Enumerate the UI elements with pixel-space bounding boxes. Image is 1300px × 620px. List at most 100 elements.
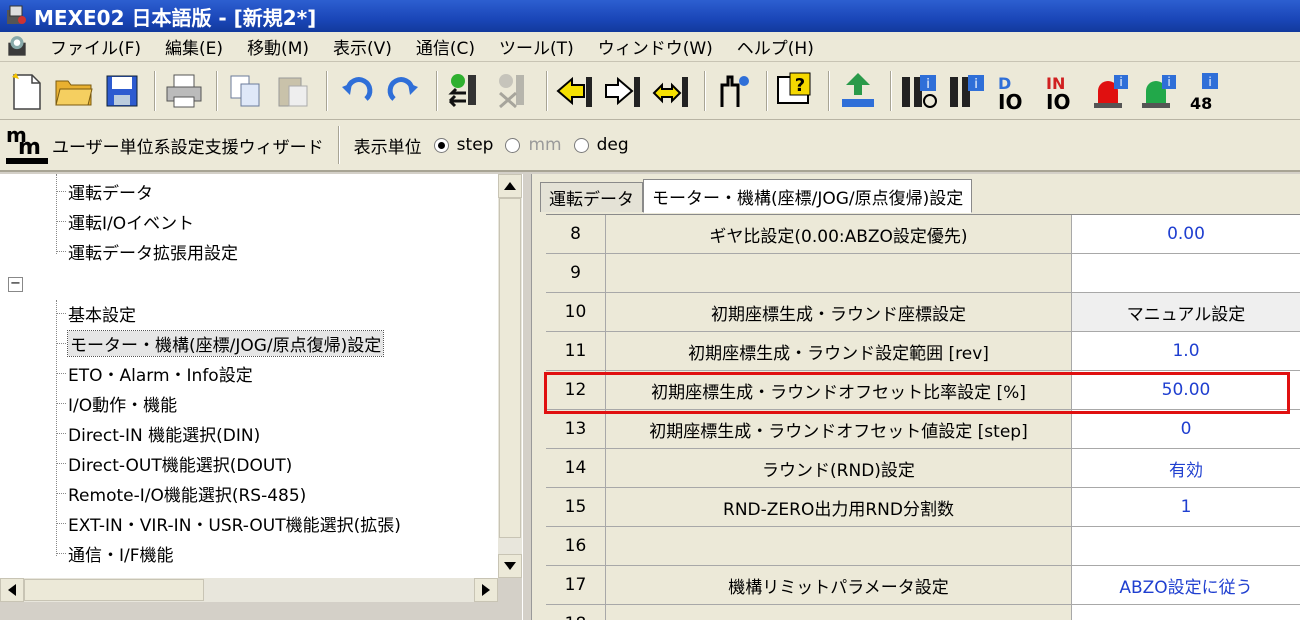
table-row: 17 機構リミットパラメータ設定 ABZO設定に従う: [546, 566, 1300, 605]
parameter-value[interactable]: 0.00: [1072, 215, 1300, 253]
scroll-down-button[interactable]: [498, 554, 522, 578]
parameter-value[interactable]: マニュアル設定: [1072, 293, 1300, 331]
do-monitor-icon[interactable]: D IO: [994, 69, 1038, 113]
toolbar-separator: [337, 126, 340, 164]
table-row: 14 ラウンド(RND)設定 有効: [546, 449, 1300, 488]
new-file-icon[interactable]: [4, 69, 48, 113]
scroll-thumb[interactable]: [24, 579, 204, 601]
tree-item[interactable]: I/O動作・機能: [56, 388, 177, 418]
parameter-name: ラウンド(RND)設定: [606, 449, 1072, 487]
redo-icon[interactable]: [382, 69, 426, 113]
toolbar-separator: [326, 70, 328, 111]
parameter-value[interactable]: 50.00: [1072, 371, 1300, 409]
tree-item-label: Direct-IN 機能選択(DIN): [68, 425, 261, 446]
tree-item-selected[interactable]: モーター・機構(座標/JOG/原点復帰)設定: [56, 328, 385, 358]
tree-item[interactable]: EXT-IN・VIR-IN・USR-OUT機能選択(拡張): [56, 508, 401, 538]
unit-radio-deg[interactable]: deg: [573, 135, 629, 155]
tree-item[interactable]: Direct-OUT機能選択(DOUT): [56, 448, 292, 478]
document-icon[interactable]: [4, 34, 30, 60]
scroll-left-button[interactable]: [0, 578, 24, 602]
tab-operation-data[interactable]: 運転データ: [540, 182, 643, 212]
parameter-name: 初期座標生成・ラウンドオフセット比率設定 [%]: [606, 371, 1072, 409]
tree-item-label: I/O動作・機能: [68, 395, 178, 416]
parameter-value[interactable]: 有効: [1072, 449, 1300, 487]
tab-motor-mechanism-settings[interactable]: モーター・機構(座標/JOG/原点復帰)設定: [643, 179, 973, 213]
disconnect-icon[interactable]: [492, 69, 536, 113]
tree-item-label: 基本設定: [68, 305, 136, 326]
tree-item[interactable]: 運転データ: [56, 176, 153, 206]
unit-radio-step[interactable]: step: [433, 135, 493, 155]
verify-icon[interactable]: [650, 69, 694, 113]
unit-deg-label: deg: [596, 135, 629, 155]
copy-icon[interactable]: [224, 69, 268, 113]
tree-item[interactable]: Remote-I/O機能選択(RS-485): [56, 478, 306, 508]
alarm-monitor-icon[interactable]: i: [1090, 69, 1134, 113]
menu-move[interactable]: 移動(M): [235, 34, 321, 59]
menu-communication[interactable]: 通信(C): [404, 34, 487, 59]
scroll-up-button[interactable]: [498, 174, 522, 198]
row-number: 14: [546, 449, 606, 487]
menu-file[interactable]: ファイル(F): [38, 34, 153, 59]
radio-icon[interactable]: [505, 137, 521, 153]
toolbar-separator: [828, 70, 830, 111]
upload-icon[interactable]: [554, 69, 598, 113]
parameter-name: [606, 254, 1072, 292]
in-monitor-icon[interactable]: IN IO: [1042, 69, 1086, 113]
status-monitor-icon[interactable]: i: [898, 69, 942, 113]
svg-text:48: 48: [1190, 94, 1212, 111]
unit-radio-mm[interactable]: mm: [505, 135, 562, 155]
menu-help[interactable]: ヘルプ(H): [725, 34, 826, 59]
menu-window[interactable]: ウィンドウ(W): [586, 34, 725, 59]
menu-edit[interactable]: 編集(E): [153, 34, 235, 59]
tree-item[interactable]: 運転I/Oイベント: [56, 206, 194, 236]
waveform-monitor-icon[interactable]: i 48: [1186, 69, 1230, 113]
tab-strip: 運転データ モーター・機構(座標/JOG/原点復帰)設定: [540, 176, 973, 213]
tree-item[interactable]: 通信・I/F機能: [56, 538, 174, 568]
parameter-tree: 運転データ 運転I/Oイベント 運転データ拡張用設定 − 基本設定 モーター・機…: [0, 174, 498, 578]
parameter-value[interactable]: ABZO設定に従う: [1072, 566, 1300, 604]
tree-item-label: 運転データ: [68, 183, 153, 204]
tree-item[interactable]: ETO・Alarm・Info設定: [56, 358, 253, 388]
teaching-icon[interactable]: [712, 69, 756, 113]
parameter-value[interactable]: 0: [1072, 410, 1300, 448]
table-row: 16: [546, 527, 1300, 566]
table-row: 12 初期座標生成・ラウンドオフセット比率設定 [%] 50.00: [546, 371, 1300, 410]
help-cursor-icon[interactable]: ?: [774, 69, 818, 113]
svg-text:IO: IO: [1046, 90, 1070, 111]
radio-icon[interactable]: [573, 137, 589, 153]
tree-item[interactable]: Direct-IN 機能選択(DIN): [56, 418, 260, 448]
pane-splitter[interactable]: [522, 174, 532, 620]
tree-horizontal-scrollbar[interactable]: [0, 578, 498, 602]
info-monitor-icon[interactable]: i: [1138, 69, 1182, 113]
parameter-value[interactable]: 1.0: [1072, 332, 1300, 370]
io-monitor-icon[interactable]: i: [946, 69, 990, 113]
download-icon[interactable]: [602, 69, 646, 113]
data-transfer-icon[interactable]: [836, 69, 880, 113]
menu-tools[interactable]: ツール(T): [487, 34, 586, 59]
tree-item[interactable]: 基本設定: [56, 298, 136, 328]
parameter-value[interactable]: 1: [1072, 488, 1300, 526]
tree-vertical-scrollbar[interactable]: [498, 174, 522, 578]
radio-selected-icon[interactable]: [433, 137, 449, 153]
tree-item-label: ETO・Alarm・Info設定: [68, 365, 253, 386]
undo-icon[interactable]: [334, 69, 378, 113]
scroll-right-button[interactable]: [474, 578, 498, 602]
tree-item[interactable]: 運転データ拡張用設定: [56, 236, 238, 266]
svg-text:i: i: [974, 77, 978, 92]
arrow-right-icon: [482, 584, 490, 596]
scroll-thumb[interactable]: [499, 198, 521, 538]
user-unit-wizard-button[interactable]: m m ユーザー単位系設定支援ウィザード: [0, 120, 324, 170]
collapse-toggle-icon[interactable]: −: [8, 277, 23, 292]
connect-icon[interactable]: [444, 69, 488, 113]
row-number: 12: [546, 371, 606, 409]
open-folder-icon[interactable]: [52, 69, 96, 113]
table-row: 15 RND-ZERO出力用RND分割数 1: [546, 488, 1300, 527]
menu-view[interactable]: 表示(V): [321, 34, 404, 59]
svg-text:i: i: [1119, 75, 1122, 89]
tree-item-label: Direct-OUT機能選択(DOUT): [68, 455, 293, 476]
save-icon[interactable]: [100, 69, 144, 113]
parameter-value: [1072, 605, 1300, 620]
paste-icon[interactable]: [272, 69, 316, 113]
table-row: 9: [546, 254, 1300, 293]
print-icon[interactable]: [162, 69, 206, 113]
